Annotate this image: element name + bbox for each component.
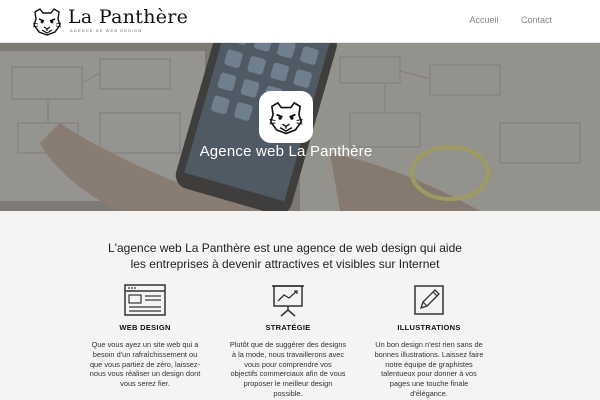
feature-line: notre équipe de graphistes [385, 359, 473, 369]
brand-tagline: AGENCE DE WEB DESIGN [70, 28, 143, 33]
intro-line: les entreprises à devenir attractives et… [130, 257, 440, 271]
feature-line: bonnes illustrations. Laissez faire [374, 349, 484, 359]
brand-name: La Panthère [68, 6, 189, 28]
intro-text: L'agence web La Panthère est une agence … [90, 240, 480, 272]
pencil-edit-icon [414, 285, 444, 315]
feature-line: vous pour comprendre vos [244, 359, 332, 369]
feature-line: d'élégance. [410, 388, 448, 398]
feature-illustrations: ILLUSTRATIONS Un bon design n'est rien s… [369, 283, 489, 399]
hero-banner: Agence web La Panthère [0, 43, 600, 211]
browser-window-icon [124, 284, 166, 316]
feature-description: Un bon design n'est rien sans de bonnes … [369, 340, 489, 399]
feature-line: à la mode, nous travaillerons avec [231, 349, 345, 359]
feature-line: talentueux pour donner à vos [381, 369, 477, 379]
feature-line: Un bon design n'est rien sans de [375, 340, 483, 349]
feature-line: possible. [273, 388, 303, 398]
feature-line: vous serez fier. [120, 379, 170, 389]
feature-strategie: STRATÉGIE Plutôt que de suggérer des des… [228, 283, 348, 399]
feature-line: pages une touche finale [389, 379, 469, 389]
feature-description: Plutôt que de suggérer des designs à la … [228, 340, 348, 399]
main-nav: Accueil Contact [449, 15, 552, 25]
panther-head-icon [32, 8, 62, 36]
hero-logo-badge [259, 91, 313, 143]
feature-line: Plutôt que de suggérer des designs [229, 340, 347, 349]
hero-title: Agence web La Panthère [199, 143, 373, 160]
feature-title: ILLUSTRATIONS [397, 323, 461, 332]
nav-item-contact[interactable]: Contact [521, 15, 552, 25]
feature-line: Que vous ayez un site web qui a [91, 340, 199, 349]
presentation-chart-icon [272, 285, 304, 317]
brand-logo[interactable]: La Panthère AGENCE DE WEB DESIGN [30, 6, 188, 36]
feature-line: proposer le meilleur design [243, 379, 333, 389]
site-header: La Panthère AGENCE DE WEB DESIGN Accueil… [0, 0, 600, 43]
feature-description: Que vous ayez un site web qui a besoin d… [85, 340, 205, 389]
intro-line: L'agence web La Panthère est une agence … [108, 241, 462, 255]
feature-title: WEB DESIGN [119, 323, 171, 332]
feature-web-design: WEB DESIGN Que vous ayez un site web qui… [85, 283, 205, 389]
feature-title: STRATÉGIE [265, 323, 311, 332]
feature-line: que vous partiez de zéro, laissez- [89, 359, 201, 369]
feature-line: nous vous réaliser un design dont [89, 369, 201, 379]
feature-line: besoin d'un rafraîchissement ou [92, 349, 198, 359]
panther-head-icon [269, 101, 303, 135]
nav-item-accueil[interactable]: Accueil [469, 15, 498, 25]
feature-line: objectifs commerciaux afin de vous [230, 369, 346, 379]
